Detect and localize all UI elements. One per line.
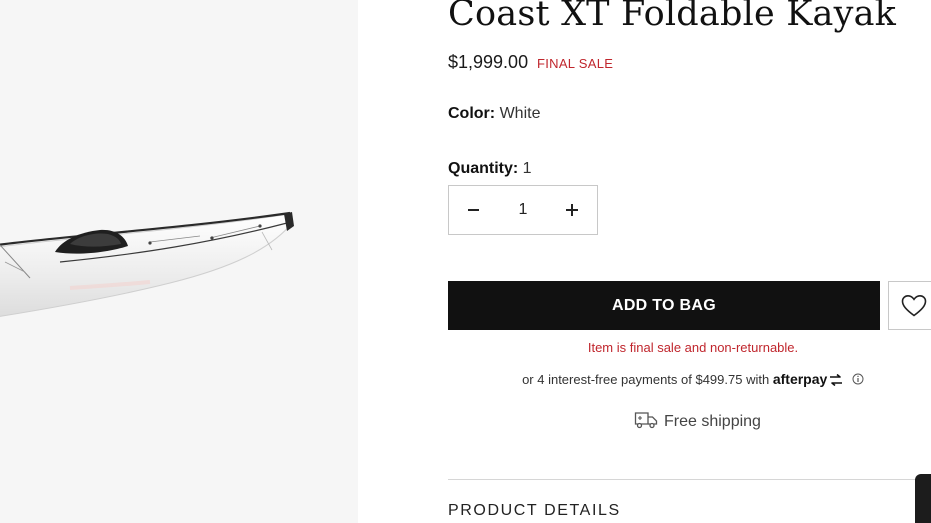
product-image[interactable] xyxy=(0,0,358,523)
plus-icon[interactable] xyxy=(560,198,584,222)
shipping-text: Free shipping xyxy=(664,413,761,430)
afterpay-brand: afterpay xyxy=(772,371,828,387)
color-label: Color: xyxy=(448,105,496,122)
afterpay-arrow-icon xyxy=(830,374,843,386)
wishlist-button[interactable] xyxy=(888,281,931,330)
final-sale-badge: FINAL SALE xyxy=(537,56,614,71)
minus-icon[interactable] xyxy=(461,198,485,222)
shipping-row: Free shipping xyxy=(634,410,761,431)
section-divider xyxy=(448,479,931,480)
product-price: $1,999.00 xyxy=(448,52,529,72)
quantity-row: Quantity: 1 xyxy=(448,160,532,178)
color-value: White xyxy=(499,105,541,122)
truck-icon xyxy=(634,412,658,429)
afterpay-row: or 4 interest-free payments of $499.75 w… xyxy=(448,371,931,387)
heart-icon xyxy=(901,294,927,317)
chat-widget-tab[interactable] xyxy=(915,474,931,523)
quantity-stepper: 1 xyxy=(448,185,598,235)
product-title: Coast XT Foldable Kayak xyxy=(448,0,897,34)
kayak-illustration xyxy=(0,211,294,317)
color-row: Color: White xyxy=(448,105,540,123)
afterpay-text: or 4 interest-free payments of $499.75 w… xyxy=(522,372,770,387)
quantity-label: Quantity: xyxy=(448,160,519,177)
info-icon[interactable] xyxy=(852,373,864,385)
quantity-input[interactable]: 1 xyxy=(499,201,547,219)
afterpay-logo[interactable]: afterpay xyxy=(773,371,844,387)
add-to-bag-button[interactable]: ADD TO BAG xyxy=(448,281,880,330)
final-sale-note: Item is final sale and non-returnable. xyxy=(587,340,799,355)
quantity-value: 1 xyxy=(522,160,532,177)
product-details-toggle[interactable]: PRODUCT DETAILS xyxy=(448,502,621,520)
